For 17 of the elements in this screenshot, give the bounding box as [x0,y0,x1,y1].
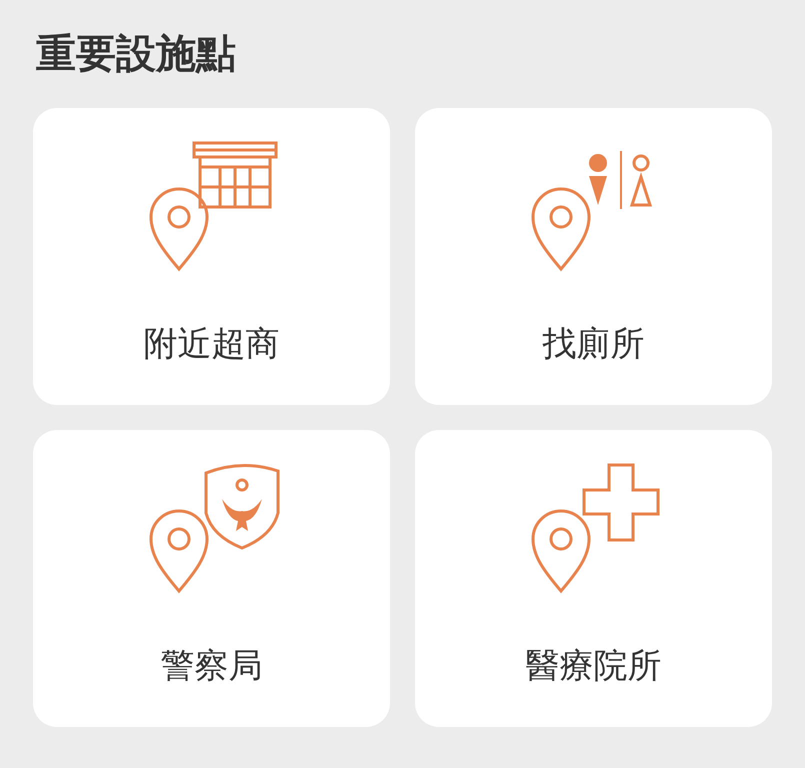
map-pin-icon [531,510,590,592]
facility-card[interactable]: 找廁所 [415,108,772,405]
restroom-icon [588,151,652,209]
facility-label: 找廁所 [542,323,644,366]
facility-card[interactable]: 醫療院所 [415,430,772,727]
facility-label: 警察局 [160,645,262,688]
facility-label: 附近超商 [144,323,280,366]
page-title: 重要設施點 [36,30,237,79]
map-pin-icon [531,188,590,270]
facility-card[interactable]: 警察局 [33,430,390,727]
map-pin-icon [149,510,208,592]
cross-icon [582,464,659,542]
facility-card[interactable]: 附近超商 [33,108,390,405]
police-badge-icon [204,464,279,550]
store-icon [192,142,277,208]
facility-label: 醫療院所 [526,645,662,688]
map-pin-icon [149,188,208,270]
